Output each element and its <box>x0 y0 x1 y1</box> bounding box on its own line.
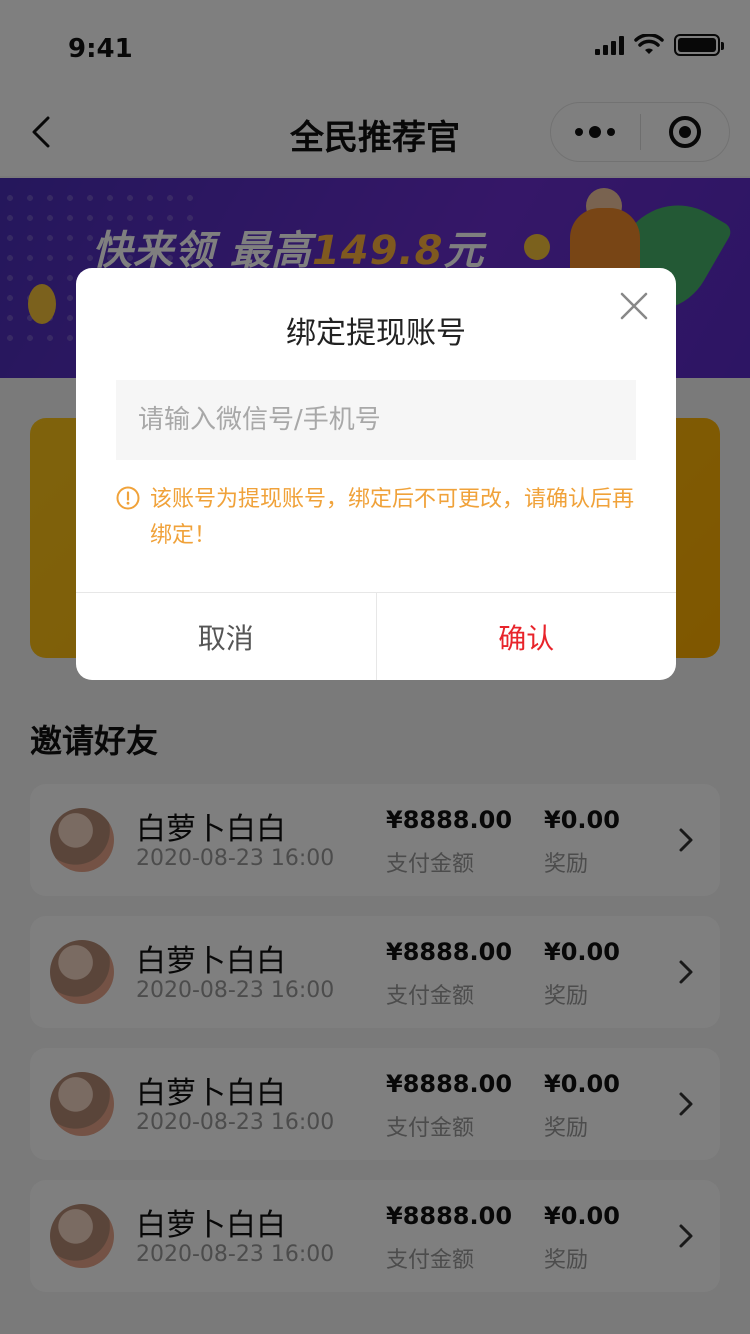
confirm-button[interactable]: 确认 <box>377 593 677 680</box>
info-circle-icon <box>116 486 140 510</box>
close-icon[interactable] <box>614 286 654 326</box>
bind-account-dialog: 绑定提现账号 该账号为提现账号，绑定后不可更改，请确认后再绑定！ 取消 确认 <box>76 268 676 680</box>
account-input[interactable] <box>116 380 636 460</box>
dialog-title: 绑定提现账号 <box>286 316 466 351</box>
warning-text: 该账号为提现账号，绑定后不可更改，请确认后再绑定！ <box>150 487 635 548</box>
dialog-actions: 取消 确认 <box>76 592 676 680</box>
cancel-button[interactable]: 取消 <box>76 593 377 680</box>
